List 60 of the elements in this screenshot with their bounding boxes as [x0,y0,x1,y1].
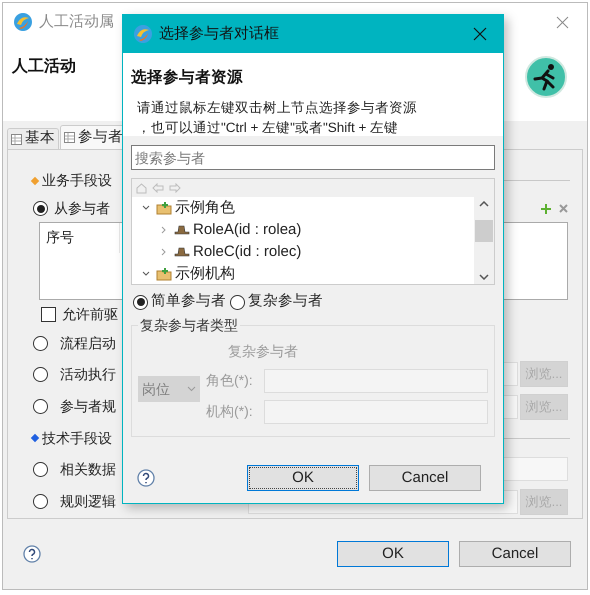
tree-item[interactable]: RoleC(id : rolec) [193,240,302,264]
option-label: 相关数据 [60,460,116,479]
expanded-chevron-icon[interactable] [140,270,152,278]
field-label: 机构(*): [206,402,254,421]
option-label: 从参与者 [54,199,110,218]
folder-icon [156,201,172,215]
search-field[interactable]: 搜索参与者 [131,145,495,170]
option-label: 活动执行 [60,364,116,384]
field-label: 角色(*): [206,371,254,390]
option-label: 参与者规 [60,397,116,416]
hat-icon [174,246,190,258]
app-logo-icon [13,12,33,32]
option-label: 流程启动 [60,334,116,354]
chevron-down-icon [187,386,196,392]
radio-label: 复杂参与者 [248,292,323,312]
description-line: ，也可以通过"Ctrl + 左键"或者"Shift + 左键 [137,119,400,138]
close-icon[interactable] [473,27,487,41]
radio-button[interactable] [33,494,48,510]
radio-button[interactable] [230,294,245,310]
radio-button[interactable] [33,462,48,477]
close-icon[interactable] [556,16,569,28]
scrollbar[interactable] [474,197,494,284]
scroll-thumb[interactable] [475,220,493,242]
dialog-button[interactable]: Cancel [459,541,571,567]
dialog-heading: 选择参与者资源 [131,68,244,88]
radio-button[interactable] [33,366,48,382]
radio-button[interactable] [133,294,148,310]
dialog-button[interactable]: OK [337,541,449,567]
table-icon [64,132,75,143]
running-figure-icon [524,55,568,99]
app-logo-icon [133,24,153,44]
folder-icon [156,267,172,281]
tab[interactable]: 基本 [7,128,59,149]
radio-button[interactable] [33,399,48,414]
scroll-up-icon[interactable] [479,201,489,207]
group-subtitle: 复杂参与者 [228,342,299,360]
page-heading: 人工活动 [12,56,76,77]
tree-item[interactable]: 示例机构 [175,262,235,284]
dialog-button[interactable]: OK [247,465,359,491]
tree-item[interactable]: RoleA(id : rolea) [193,218,302,242]
option-label: 技术手段设 [42,428,113,448]
description-line: 请通过鼠标左键双击树上节点选择参与者资源 [137,99,418,118]
option-label: 业务手段设 [42,171,113,190]
scroll-down-icon[interactable] [479,274,489,280]
radio-button[interactable] [33,201,48,216]
column-header: 序号 [46,228,74,248]
help-icon[interactable] [23,545,41,563]
dialog-button[interactable]: Cancel [369,465,481,491]
tree-item[interactable]: 示例角色 [175,196,235,220]
dialog-title: 选择参与者对话框 [159,24,279,44]
window-title: 人工活动属 [39,12,114,32]
option-label: 允许前驱 [62,305,118,324]
expanded-chevron-icon[interactable] [140,204,152,212]
radio-label: 简单参与者 [151,292,226,312]
table-icon [11,134,22,144]
hat-icon [174,224,190,236]
radio-button[interactable] [33,336,48,352]
option-label: 规则逻辑 [60,492,116,512]
checkbox[interactable] [41,307,56,322]
help-icon[interactable] [137,469,155,487]
